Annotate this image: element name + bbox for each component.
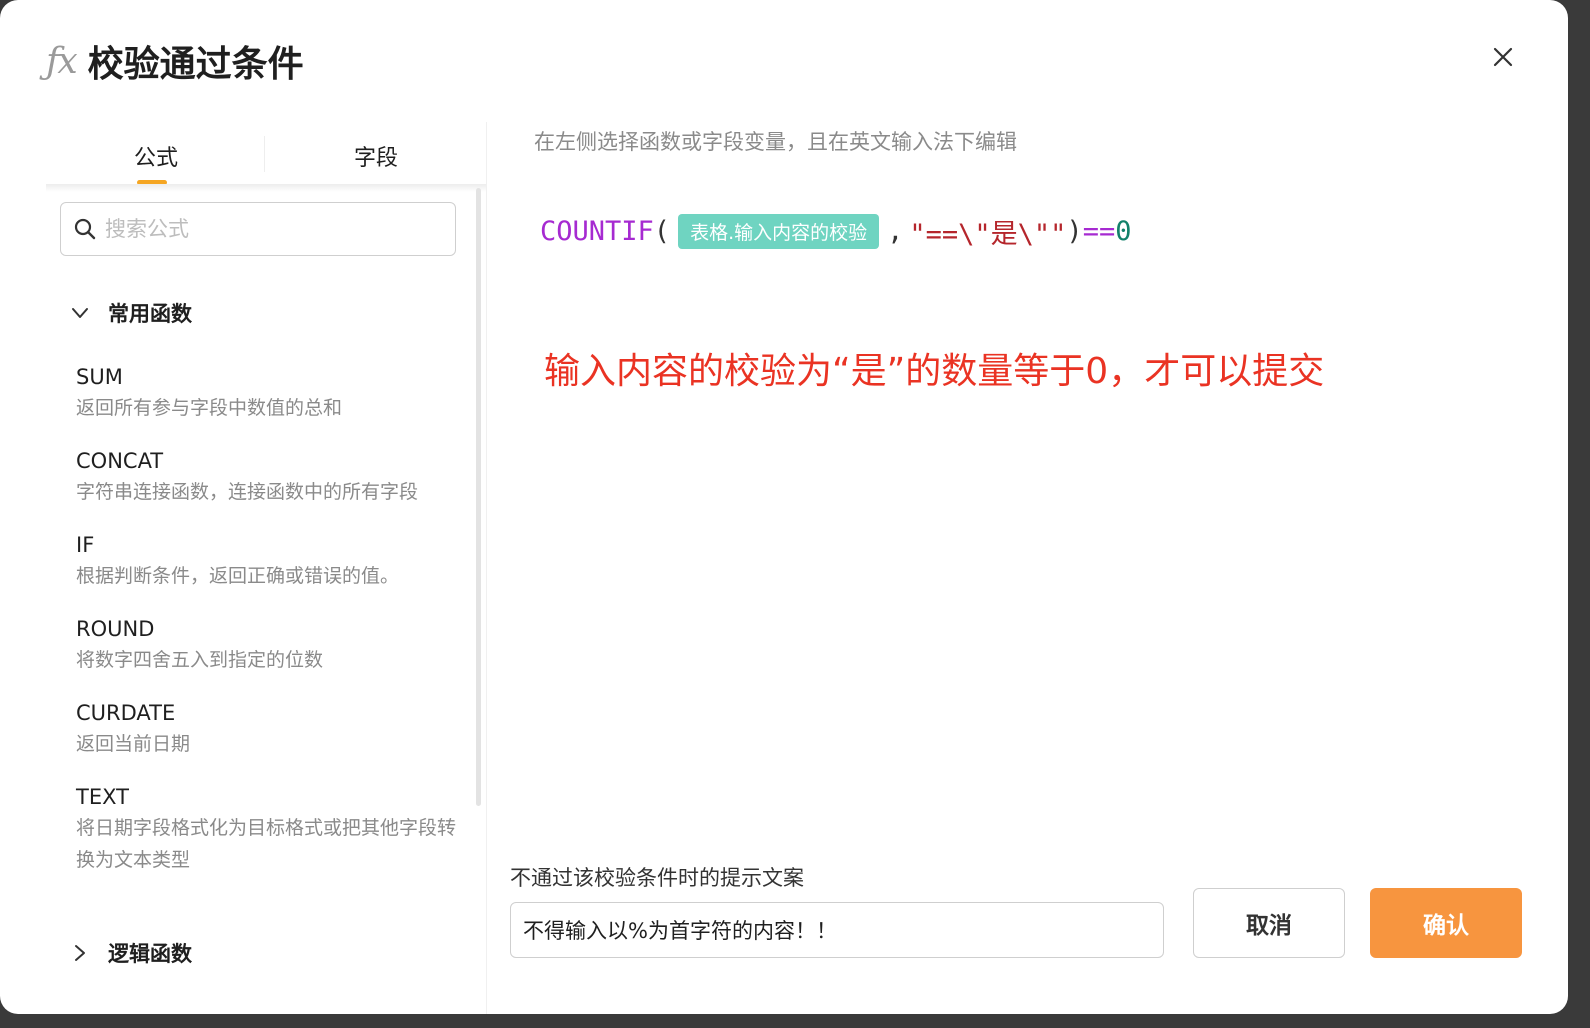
function-item-round[interactable]: ROUND 将数字四舍五入到指定的位数: [76, 614, 456, 676]
formula-operator: ==: [1082, 216, 1116, 247]
function-desc: 返回当前日期: [76, 733, 191, 755]
fail-message-input[interactable]: [510, 902, 1164, 958]
search-icon: [74, 218, 96, 240]
function-name: CURDATE: [76, 701, 176, 725]
search-input[interactable]: [103, 216, 437, 242]
tab-divider: [264, 136, 265, 172]
group-common-functions[interactable]: 常用函数: [70, 298, 192, 328]
editor-hint: 在左侧选择函数或字段变量，且在英文输入法下编辑: [534, 130, 1017, 154]
field-chip[interactable]: 表格.输入内容的校验: [678, 214, 880, 249]
tab-bar: 公式 字段: [46, 122, 486, 192]
function-list: SUM 返回所有参与字段中数值的总和 CONCAT 字符串连接函数，连接函数中的…: [76, 362, 456, 898]
group-title: 常用函数: [108, 302, 192, 326]
function-name: SUM: [76, 365, 123, 389]
tab-bar-shadow: [46, 184, 486, 192]
chevron-down-icon: [72, 308, 88, 318]
close-button[interactable]: [1488, 42, 1518, 72]
formula-editor[interactable]: COUNTIF ( 表格.输入内容的校验 , "==\"是\"" ) == 0: [540, 212, 1131, 251]
chevron-right-icon: [75, 945, 85, 961]
function-desc: 字符串连接函数，连接函数中的所有字段: [76, 481, 419, 503]
function-name: IF: [76, 533, 95, 557]
function-desc: 将数字四舍五入到指定的位数: [76, 649, 324, 671]
validation-dialog: ƒx 校验通过条件 公式 字段 常用函数: [0, 0, 1568, 1014]
confirm-button[interactable]: 确认: [1370, 888, 1522, 958]
formula-comma: ,: [887, 216, 904, 247]
function-name: TEXT: [76, 785, 129, 809]
panel-divider: [486, 122, 487, 1014]
function-item-concat[interactable]: CONCAT 字符串连接函数，连接函数中的所有字段: [76, 446, 456, 508]
function-desc: 返回所有参与字段中数值的总和: [76, 397, 343, 419]
function-desc: 根据判断条件，返回正确或错误的值。: [76, 565, 400, 587]
dialog-title: 校验通过条件: [87, 44, 304, 85]
tab-field[interactable]: 字段: [354, 140, 398, 172]
function-name: CONCAT: [76, 449, 164, 473]
formula-string-arg: "==\"是\"": [909, 219, 1067, 250]
formula-number: 0: [1115, 216, 1132, 247]
function-name: ROUND: [76, 617, 155, 641]
formula-function: COUNTIF: [540, 216, 654, 247]
left-panel: 公式 字段 常用函数 SUM 返回所有参与字段中数值的总和: [46, 122, 486, 1014]
function-item-sum[interactable]: SUM 返回所有参与字段中数值的总和: [76, 362, 456, 424]
tab-formula[interactable]: 公式: [134, 140, 178, 172]
fail-message-label: 不通过该校验条件时的提示文案: [510, 866, 804, 890]
search-box: [60, 202, 456, 256]
function-item-curdate[interactable]: CURDATE 返回当前日期: [76, 698, 456, 760]
function-item-text[interactable]: TEXT 将日期字段格式化为目标格式或把其他字段转换为文本类型: [76, 782, 456, 876]
annotation-text: 输入内容的校验为“是”的数量等于0，才可以提交: [544, 351, 1325, 392]
function-desc: 将日期字段格式化为目标格式或把其他字段转换为文本类型: [76, 817, 457, 871]
dialog-header: ƒx 校验通过条件: [46, 36, 304, 86]
formula-open-paren: (: [653, 216, 671, 247]
function-item-if[interactable]: IF 根据判断条件，返回正确或错误的值。: [76, 530, 456, 592]
scrollbar[interactable]: [476, 188, 481, 806]
close-icon: [1493, 47, 1513, 67]
fx-icon: ƒx: [46, 40, 78, 82]
group-title: 逻辑函数: [108, 942, 192, 966]
group-logic-functions[interactable]: 逻辑函数: [70, 938, 192, 968]
cancel-button[interactable]: 取消: [1193, 888, 1345, 958]
formula-close-paren: ): [1066, 216, 1083, 247]
